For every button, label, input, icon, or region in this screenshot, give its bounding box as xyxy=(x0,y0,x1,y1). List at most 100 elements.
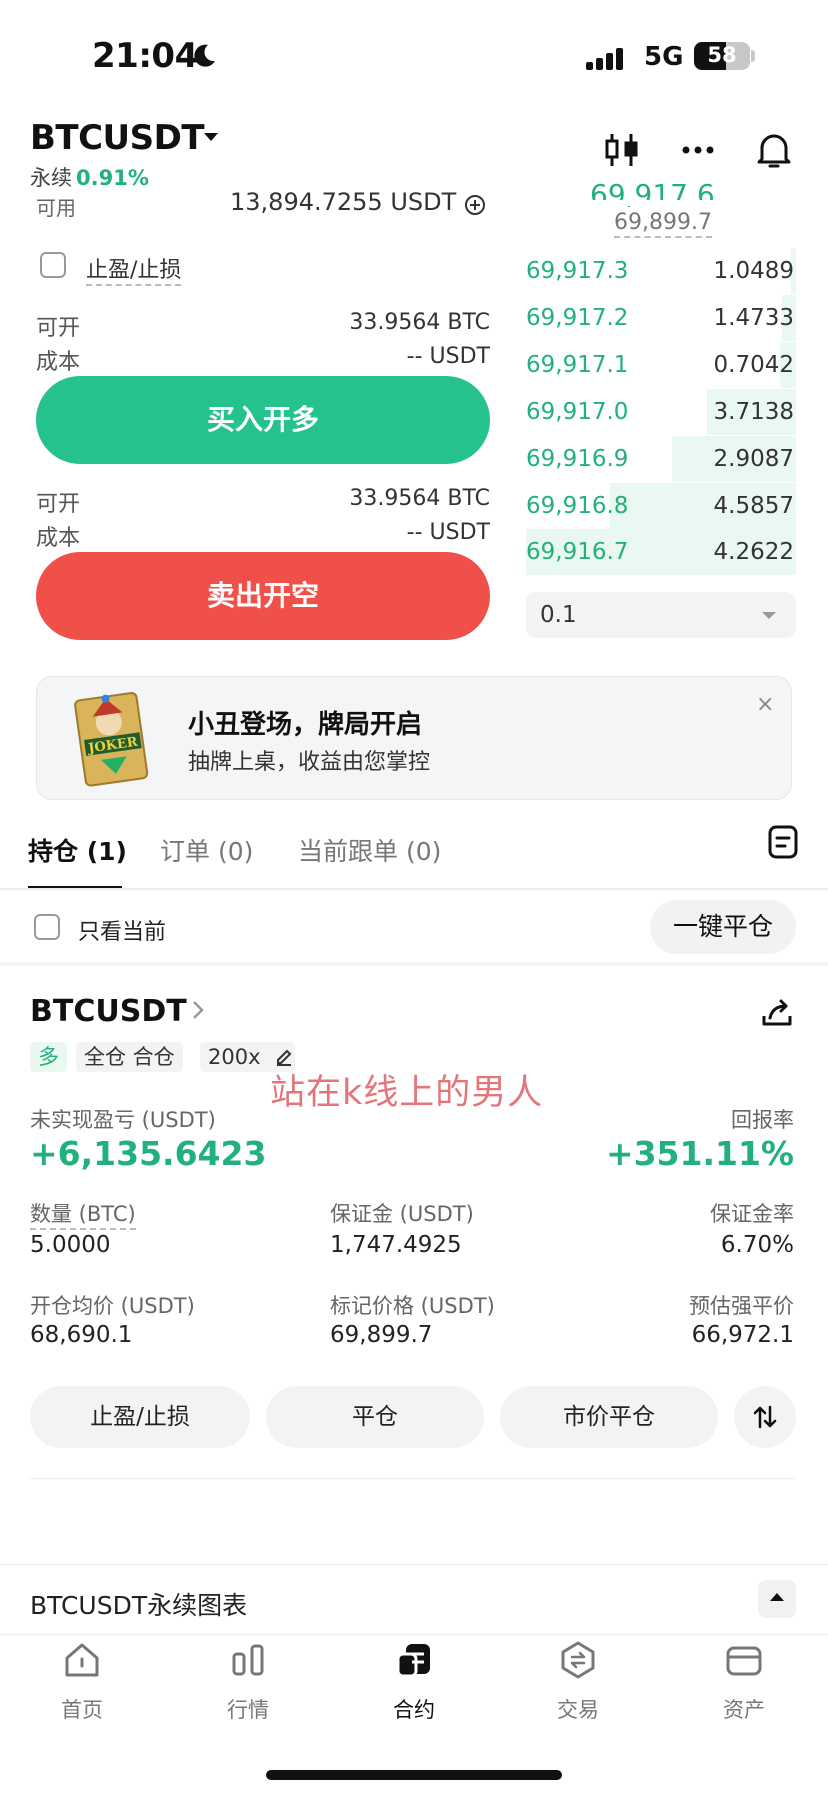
bid-quantity: 1.4733 xyxy=(713,304,794,331)
bid-quantity: 2.9087 xyxy=(713,445,794,472)
reverse-position-button[interactable] xyxy=(734,1386,796,1448)
bell-icon[interactable] xyxy=(752,128,796,172)
side-tag: 多 xyxy=(30,1042,67,1072)
share-icon[interactable] xyxy=(760,996,794,1030)
buy-openable-label: 可开 xyxy=(36,316,81,341)
orderbook-row[interactable]: 69,917.0 3.7138 xyxy=(526,388,796,435)
tab-copy-trading[interactable]: 当前跟单 (0) xyxy=(298,832,441,868)
roe-label: 回报率 xyxy=(731,1108,794,1132)
bid-price[interactable]: 69,917.1 xyxy=(526,352,628,378)
bid-price[interactable]: 69,917.0 xyxy=(526,399,628,425)
last-price: 69,917.6 xyxy=(590,178,715,211)
precision-select[interactable]: 0.1 xyxy=(526,592,796,638)
chevron-up-icon xyxy=(770,1593,784,1601)
orderbook-row[interactable]: 69,916.8 4.5857 xyxy=(526,482,796,529)
mark-price[interactable]: 69,899.7 xyxy=(614,210,712,238)
close-icon[interactable]: × xyxy=(756,692,774,717)
buy-openable-value: 33.9564 BTC xyxy=(349,310,490,335)
banner-title: 小丑登场，牌局开启 xyxy=(188,710,423,740)
nav-assets[interactable]: 资产 xyxy=(684,1640,804,1724)
orderbook-row[interactable]: 69,917.2 1.4733 xyxy=(526,294,796,341)
tab-positions[interactable]: 持仓 (1) xyxy=(28,832,127,868)
mark-price-label: 标记价格 (USDT) xyxy=(330,1294,495,1318)
bid-quantity: 3.7138 xyxy=(713,398,794,425)
sell-openable-value: 33.9564 BTC xyxy=(349,486,490,511)
add-funds-icon[interactable] xyxy=(464,194,486,216)
nav-label: 行情 xyxy=(227,1698,269,1722)
entry-price-label: 开仓均价 (USDT) xyxy=(30,1294,195,1318)
bid-price[interactable]: 69,916.7 xyxy=(526,539,628,565)
futures-icon xyxy=(396,1644,430,1678)
user-watermark: 站在k线上的男人 xyxy=(270,1073,544,1113)
card-divider xyxy=(30,1478,796,1479)
chart-section-title[interactable]: BTCUSDT永续图表 xyxy=(30,1586,247,1622)
orderbook-row[interactable]: 69,916.7 4.2622 xyxy=(526,529,796,576)
home-icon xyxy=(65,1643,99,1677)
tab-divider xyxy=(0,888,828,890)
nav-label: 合约 xyxy=(393,1698,435,1722)
available-label: 可用 xyxy=(36,196,76,220)
nav-label: 首页 xyxy=(61,1698,103,1722)
chart-expand-button[interactable] xyxy=(758,1580,796,1618)
entry-price-value: 68,690.1 xyxy=(30,1322,133,1348)
bid-price[interactable]: 69,916.9 xyxy=(526,446,628,472)
contract-type: 永续 xyxy=(30,166,72,190)
orderbook-row[interactable]: 69,916.9 2.9087 xyxy=(526,435,796,482)
margin-ratio-label: 保证金率 xyxy=(710,1202,794,1226)
wallet-icon xyxy=(726,1646,762,1676)
bid-price[interactable]: 69,917.2 xyxy=(526,305,628,331)
tab-orders[interactable]: 订单 (0) xyxy=(160,832,253,868)
margin-ratio-value: 6.70% xyxy=(720,1232,794,1258)
mark-price-value: 69,899.7 xyxy=(330,1322,433,1348)
margin-value: 1,747.4925 xyxy=(330,1232,462,1258)
nav-futures[interactable]: 合约 xyxy=(354,1640,474,1724)
tpsl-label[interactable]: 止盈/止损 xyxy=(86,252,182,286)
buy-long-button[interactable]: 买入开多 xyxy=(36,376,490,464)
bid-quantity: 4.5857 xyxy=(713,492,794,519)
edit-icon[interactable] xyxy=(274,1046,294,1066)
leverage-value: 200x xyxy=(208,1045,261,1069)
candlestick-icon[interactable] xyxy=(600,128,644,172)
buy-cost-value: -- USDT xyxy=(406,344,490,369)
nav-label: 资产 xyxy=(723,1698,765,1722)
tpsl-checkbox[interactable] xyxy=(40,252,66,278)
market-icon xyxy=(232,1644,264,1676)
chevron-down-icon[interactable] xyxy=(204,133,218,141)
moon-icon xyxy=(194,44,215,67)
more-icon[interactable] xyxy=(676,128,720,172)
tpsl-button[interactable]: 止盈/止损 xyxy=(30,1386,250,1448)
order-history-icon[interactable] xyxy=(766,824,800,860)
margin-mode-tag: 全仓 合仓 xyxy=(76,1042,183,1072)
close-position-button[interactable]: 平仓 xyxy=(266,1386,484,1448)
bid-quantity: 1.0489 xyxy=(713,258,794,284)
bid-price[interactable]: 69,916.8 xyxy=(526,493,628,519)
roe-value: +351.11% xyxy=(605,1134,794,1173)
precision-value: 0.1 xyxy=(540,602,577,628)
nav-divider xyxy=(0,1634,828,1635)
buy-cost-label: 成本 xyxy=(36,350,81,375)
chevron-right-icon[interactable] xyxy=(190,998,206,1022)
swap-icon xyxy=(753,1405,777,1429)
trade-icon xyxy=(561,1641,595,1679)
bid-quantity: 0.7042 xyxy=(713,351,794,378)
nav-home[interactable]: 首页 xyxy=(22,1640,142,1724)
bid-quantity: 4.2622 xyxy=(713,539,794,566)
home-indicator[interactable] xyxy=(266,1770,562,1780)
quantity-label[interactable]: 数量 (BTC) xyxy=(30,1198,136,1230)
symbol-selector[interactable]: BTCUSDT xyxy=(30,118,205,158)
sell-cost-label: 成本 xyxy=(36,526,81,551)
only-current-checkbox[interactable] xyxy=(34,914,60,940)
position-symbol[interactable]: BTCUSDT xyxy=(30,994,187,1029)
orderbook-row[interactable]: 69,917.1 0.7042 xyxy=(526,341,796,388)
network-type: 5G xyxy=(644,42,684,72)
nav-trade[interactable]: 交易 xyxy=(518,1640,638,1724)
nav-market[interactable]: 行情 xyxy=(188,1640,308,1724)
market-close-button[interactable]: 市价平仓 xyxy=(500,1386,718,1448)
sell-openable-label: 可开 xyxy=(36,492,81,517)
sell-short-button[interactable]: 卖出开空 xyxy=(36,552,490,640)
bid-price[interactable]: 69,917.3 xyxy=(526,258,628,284)
only-current-label[interactable]: 只看当前 xyxy=(78,914,166,946)
close-all-button[interactable]: 一键平仓 xyxy=(650,900,796,954)
header-mask xyxy=(500,200,828,206)
orderbook-row[interactable]: 69,917.3 1.0489 xyxy=(526,248,796,294)
